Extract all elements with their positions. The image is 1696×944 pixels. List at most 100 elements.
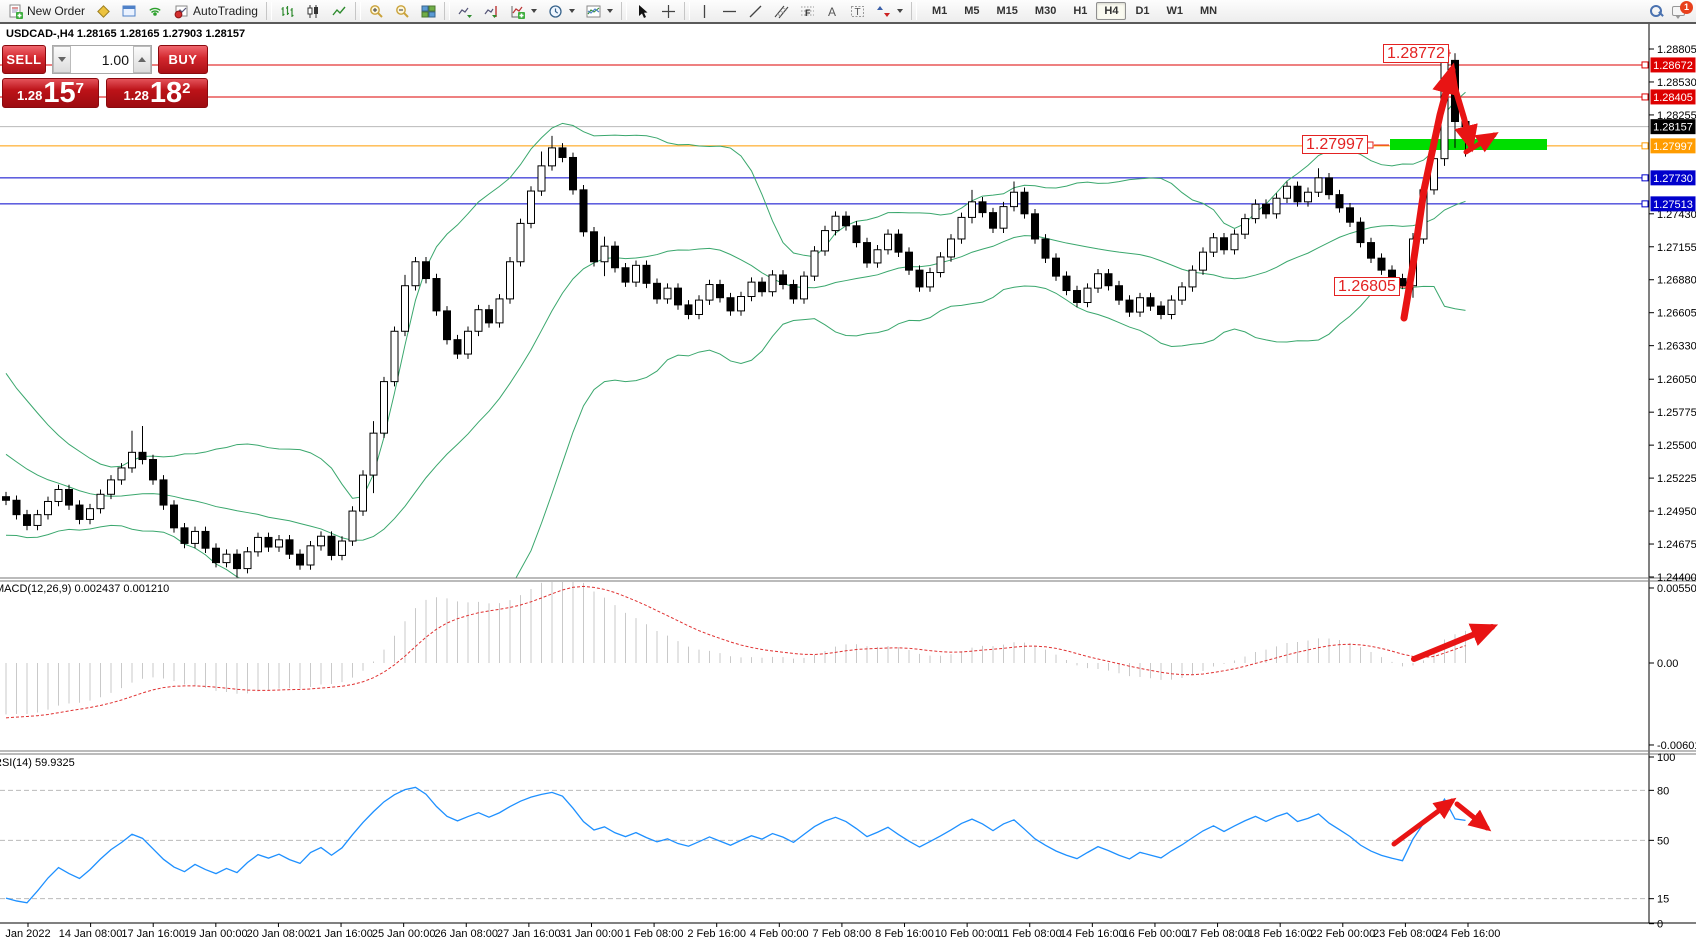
volume-input[interactable] (71, 46, 133, 73)
zoom-out-button[interactable] (390, 1, 415, 21)
bull-candle (801, 276, 808, 299)
timeframe-button-d1[interactable]: D1 (1127, 2, 1157, 20)
price-axis-badge-label: 1.27513 (1653, 199, 1693, 211)
timeframe-button-mn[interactable]: MN (1192, 2, 1225, 20)
bear-candle (1147, 298, 1154, 306)
signals-button[interactable] (143, 1, 168, 21)
red-annotation-arrow[interactable] (1404, 70, 1452, 318)
bull-candle (969, 202, 976, 218)
periods-button[interactable] (543, 1, 580, 21)
channel-tool-button[interactable] (769, 1, 794, 21)
price-callout-level[interactable]: 1.27997 (1302, 135, 1368, 154)
bull-candle (475, 310, 482, 332)
bear-candle (979, 202, 986, 213)
buy-button[interactable]: BUY (158, 45, 208, 74)
vertical-line-tool-button[interactable] (693, 1, 716, 21)
bear-candle (328, 536, 335, 555)
volume-increase-button[interactable] (133, 46, 151, 73)
bull-candle (769, 275, 776, 292)
arrows-tool-button[interactable] (871, 1, 908, 21)
horizontal-line-tool-button[interactable] (717, 1, 742, 21)
fibonacci-icon: F (800, 4, 815, 19)
line-chart-button[interactable] (327, 1, 352, 21)
callout-anchor-square[interactable] (1367, 142, 1373, 148)
line-end-square[interactable] (1642, 62, 1648, 68)
triangle-up-icon (138, 57, 146, 62)
bull-candle (1137, 298, 1144, 312)
data-window-button[interactable] (117, 1, 142, 21)
trendline-icon (748, 4, 763, 19)
timeframe-button-m30[interactable]: M30 (1027, 2, 1064, 20)
bull-candle (832, 216, 839, 230)
indicators-button[interactable] (505, 1, 542, 21)
text-tool-button[interactable]: A (821, 1, 844, 21)
bull-candle (885, 234, 892, 250)
toolbar-right-group: 1 (1649, 4, 1693, 19)
templates-button[interactable] (581, 1, 618, 21)
mt4-window: { "toolbar": { "new_order_label": "New O… (0, 0, 1696, 944)
red-annotation-arrow[interactable] (1414, 627, 1492, 659)
bear-candle (66, 489, 73, 505)
chart-shift-button[interactable] (479, 1, 504, 21)
zoom-in-button[interactable] (364, 1, 389, 21)
bear-candle (286, 540, 293, 554)
bear-candle (1158, 306, 1165, 314)
axis-tick-label: 20 Jan 08:00 (247, 928, 311, 940)
sell-price-box[interactable]: 1.28 15 7 (2, 78, 99, 108)
bull-candle (339, 541, 346, 555)
buy-price-box[interactable]: 1.28 18 2 (106, 78, 208, 108)
search-icon[interactable] (1649, 4, 1664, 19)
trade-panel-price-row: 1.28 15 7 1.28 18 2 (2, 78, 210, 108)
notifications-button[interactable]: 1 (1672, 4, 1689, 19)
metaeditor-button[interactable] (91, 1, 116, 21)
timeframe-button-m5[interactable]: M5 (956, 2, 987, 20)
bull-candle (549, 148, 556, 166)
bear-candle (1032, 214, 1039, 239)
axis-tick-label: 1.26605 (1657, 308, 1696, 320)
timeframe-button-h1[interactable]: H1 (1065, 2, 1095, 20)
bear-candle (234, 554, 241, 568)
timeframe-button-w1[interactable]: W1 (1159, 2, 1192, 20)
bull-candle (538, 166, 545, 191)
trendline-tool-button[interactable] (743, 1, 768, 21)
bull-candle (748, 282, 755, 296)
axis-tick-label: 100 (1657, 752, 1675, 764)
tile-windows-button[interactable] (416, 1, 441, 21)
crosshair-tool-button[interactable] (656, 1, 681, 21)
autotrading-button[interactable]: AutoTrading (169, 1, 263, 21)
price-callout-high[interactable]: 1.28772 (1383, 44, 1449, 63)
candlestick-chart-button[interactable] (301, 1, 326, 21)
bull-candle (1000, 207, 1007, 229)
red-annotation-arrow[interactable] (1457, 804, 1487, 828)
price-callout-low[interactable]: 1.26805 (1334, 277, 1400, 296)
sell-button[interactable]: SELL (2, 45, 46, 74)
volume-decrease-button[interactable] (53, 46, 71, 73)
timeframe-button-m1[interactable]: M1 (924, 2, 955, 20)
bull-candle (370, 433, 377, 475)
vertical-line-icon (698, 4, 711, 19)
auto-scroll-button[interactable] (453, 1, 478, 21)
bear-candle (1116, 286, 1123, 300)
timeframe-button-h4[interactable]: H4 (1096, 2, 1126, 20)
svg-text:F: F (805, 8, 811, 18)
red-annotation-arrow[interactable] (1394, 801, 1452, 844)
bear-candle (1074, 291, 1081, 303)
fibonacci-tool-button[interactable]: F (795, 1, 820, 21)
macd-signal-line (6, 586, 1466, 717)
indicators-icon (510, 4, 525, 19)
cursor-tool-button[interactable] (630, 1, 655, 21)
line-end-square[interactable] (1642, 175, 1648, 181)
new-order-button[interactable]: New Order (3, 1, 90, 21)
line-end-square[interactable] (1642, 94, 1648, 100)
bear-candle (139, 452, 146, 459)
line-end-square[interactable] (1642, 201, 1648, 207)
bar-chart-button[interactable] (275, 1, 300, 21)
bear-candle (423, 262, 430, 279)
timeframe-button-m15[interactable]: M15 (989, 2, 1026, 20)
toolbar-separator (444, 2, 450, 20)
bull-candle (402, 286, 409, 332)
label-tool-button[interactable]: T (845, 1, 870, 21)
line-end-square[interactable] (1642, 143, 1648, 149)
horizontal-line-icon (722, 4, 737, 19)
chart-canvas[interactable]: 1.288051.285301.282551.274301.271551.268… (0, 0, 1696, 944)
